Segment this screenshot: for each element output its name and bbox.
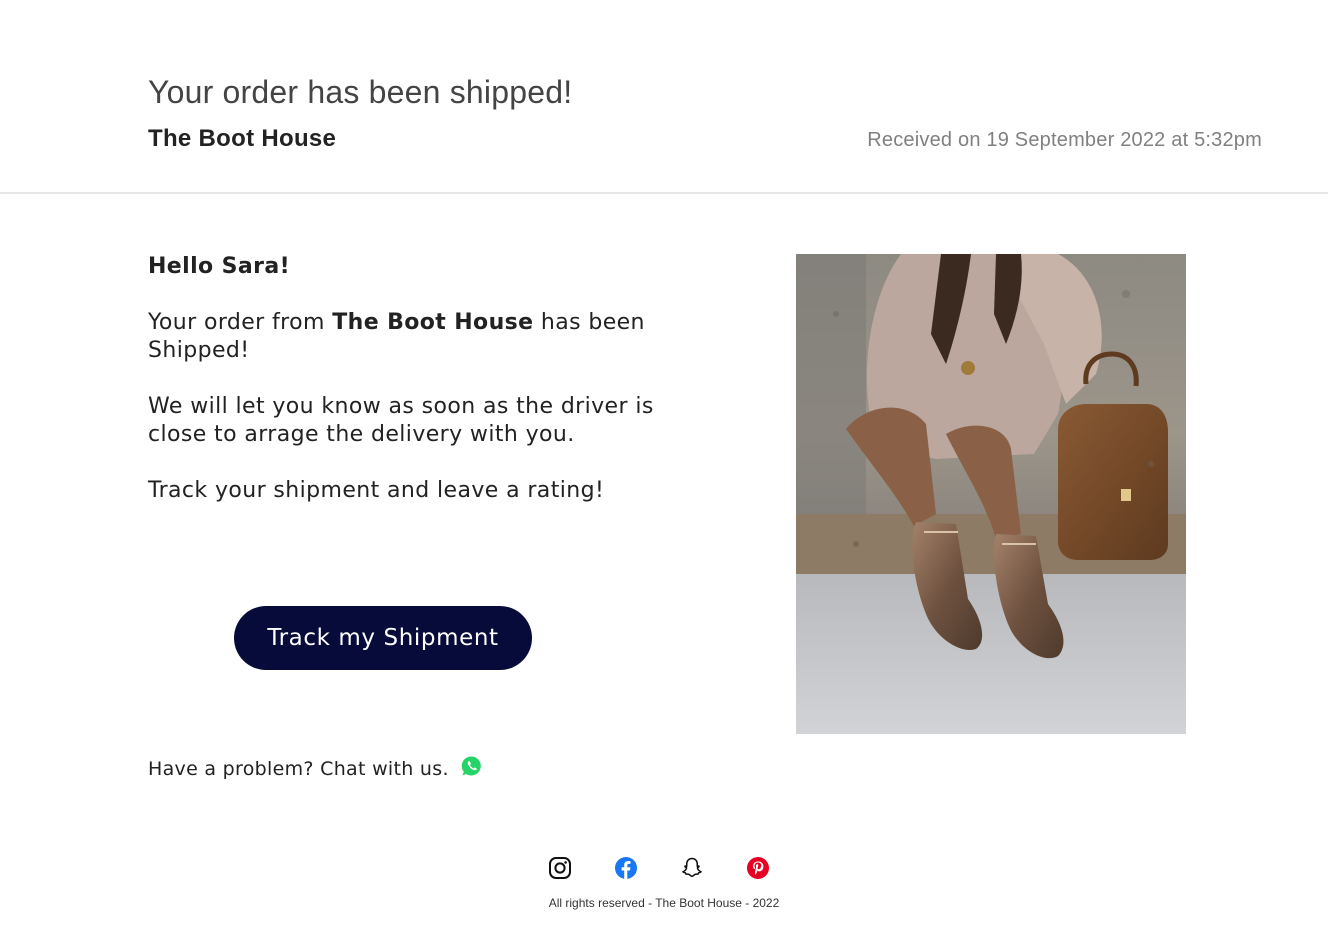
social-links bbox=[548, 856, 770, 880]
pinterest-icon[interactable] bbox=[746, 856, 770, 880]
support-line: Have a problem? Chat with us. bbox=[148, 755, 483, 780]
shipped-message-prefix: Your order from bbox=[148, 310, 333, 335]
snapchat-icon[interactable] bbox=[680, 856, 704, 880]
shop-name: The Boot House bbox=[148, 125, 337, 152]
chat-text: Have a problem? Chat with us. bbox=[148, 758, 449, 780]
email-title: Your order has been shipped! bbox=[148, 74, 573, 110]
copyright: All rights reserved - The Boot House - 2… bbox=[548, 896, 780, 910]
driver-message: We will let you know as soon as the driv… bbox=[148, 394, 654, 447]
instagram-icon[interactable] bbox=[548, 856, 572, 880]
whatsapp-icon[interactable] bbox=[461, 755, 483, 777]
shipped-message-shop: The Boot House bbox=[332, 310, 534, 335]
greeting: Hello Sara! bbox=[148, 254, 291, 279]
header-divider bbox=[0, 192, 1328, 194]
track-shipment-button[interactable]: Track my Shipment bbox=[234, 606, 532, 670]
product-photo bbox=[796, 254, 1186, 734]
message-body: Hello Sara! Your order from The Boot Hou… bbox=[148, 253, 708, 533]
facebook-icon[interactable] bbox=[614, 856, 638, 880]
shipped-message: Your order from The Boot House has been … bbox=[148, 309, 708, 365]
track-message: Track your shipment and leave a rating! bbox=[148, 478, 605, 503]
received-timestamp: Received on 19 September 2022 at 5:32pm bbox=[867, 129, 1262, 151]
